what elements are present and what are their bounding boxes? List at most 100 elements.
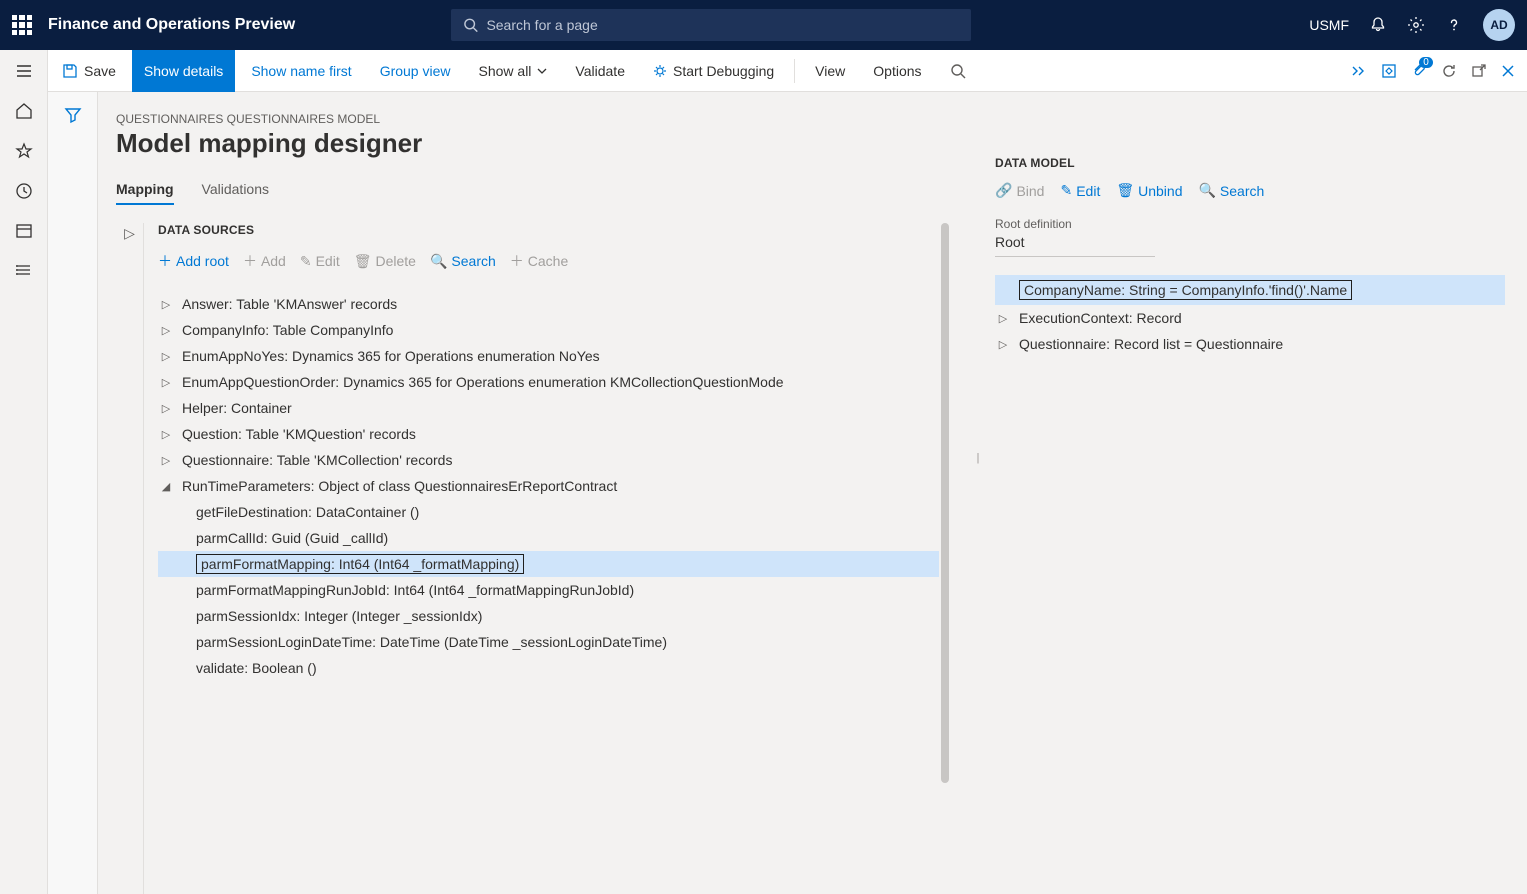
tree-child-label: parmSessionIdx: Integer (Integer _sessio…: [196, 608, 482, 624]
chevron-right-icon[interactable]: ▷: [124, 225, 135, 894]
global-search-input[interactable]: [486, 17, 959, 33]
tree-node[interactable]: ▷Question: Table 'KMQuestion' records: [158, 421, 939, 447]
expand-icon[interactable]: ▷: [160, 376, 172, 389]
expand-icon[interactable]: ▷: [160, 428, 172, 441]
topbar: Finance and Operations Preview USMF AD: [0, 0, 1527, 50]
options-label: Options: [873, 63, 921, 79]
modules-icon[interactable]: [15, 262, 33, 280]
tree-node[interactable]: ▷ Questionnaire: Table 'KMCollection' rec…: [158, 447, 939, 473]
unbind-label: Unbind: [1138, 183, 1182, 199]
tree-node[interactable]: ▷EnumAppQuestionOrder: Dynamics 365 for …: [158, 369, 939, 395]
tree-child[interactable]: getFileDestination: DataContainer (): [158, 499, 939, 525]
tree-node[interactable]: ▷CompanyInfo: Table CompanyInfo: [158, 317, 939, 343]
attachments-icon[interactable]: 0: [1411, 63, 1427, 79]
expand-icon[interactable]: ▷: [997, 338, 1009, 351]
data-sources-panel: QUESTIONNAIRES QUESTIONNAIRES MODEL Mode…: [98, 92, 967, 894]
tab-mapping-label: Mapping: [116, 181, 174, 197]
expand-icon[interactable]: ▷: [160, 454, 172, 467]
tree-child-label: parmCallId: Guid (Guid _callId): [196, 530, 388, 546]
tree-node[interactable]: ▷Helper: Container: [158, 395, 939, 421]
dm-node[interactable]: ▷Questionnaire: Record list = Questionna…: [995, 331, 1505, 357]
add-button[interactable]: ＋Add: [243, 251, 286, 271]
actionbar: Save Show details Show name first Group …: [0, 50, 1527, 92]
tree-child[interactable]: parmCallId: Guid (Guid _callId): [158, 525, 939, 551]
edit-button[interactable]: ✎Edit: [300, 253, 340, 270]
bind-button[interactable]: 🔗Bind: [995, 182, 1044, 199]
expand-icon[interactable]: ▷: [160, 402, 172, 415]
collapse-icon[interactable]: ◢: [160, 480, 172, 493]
unbind-button[interactable]: 🗑Unbind: [1116, 182, 1182, 199]
tree-node-label: EnumAppNoYes: Dynamics 365 for Operation…: [182, 348, 600, 364]
root-definition-value[interactable]: Root: [995, 231, 1155, 257]
main: QUESTIONNAIRES QUESTIONNAIRES MODEL Mode…: [48, 92, 1527, 894]
scrollbar-thumb[interactable]: [941, 223, 949, 783]
tree-child-label: validate: Boolean (): [196, 660, 317, 676]
workspaces-icon[interactable]: [15, 222, 33, 240]
tree-child[interactable]: parmFormatMappingRunJobId: Int64 (Int64 …: [158, 577, 939, 603]
dm-node-selected[interactable]: CompanyName: String = CompanyInfo.'find(…: [995, 275, 1505, 305]
gear-icon[interactable]: [1407, 16, 1425, 34]
office-icon[interactable]: [1381, 63, 1397, 79]
view-label: View: [815, 63, 845, 79]
validate-button[interactable]: Validate: [563, 50, 637, 92]
options-menu[interactable]: Options: [861, 50, 933, 92]
tree-child[interactable]: parmSessionIdx: Integer (Integer _sessio…: [158, 603, 939, 629]
data-sources-body: ▷ DATA SOURCES ＋Add root ＋Add ✎Edit 🗑Del…: [116, 223, 949, 894]
dm-edit-button[interactable]: ✎Edit: [1060, 182, 1100, 199]
tree-node[interactable]: ▷ EnumAppNoYes: Dynamics 365 for Operatio…: [158, 343, 939, 369]
add-root-button[interactable]: ＋Add root: [158, 251, 229, 271]
search-button[interactable]: 🔍Search: [430, 253, 496, 270]
tree-child[interactable]: parmSessionLoginDateTime: DateTime (Date…: [158, 629, 939, 655]
expand-icon[interactable]: ▷: [997, 312, 1009, 325]
content: QUESTIONNAIRES QUESTIONNAIRES MODEL Mode…: [98, 92, 1527, 894]
tree-node[interactable]: ▷Answer: Table 'KMAnswer' records: [158, 291, 939, 317]
debug-icon: [653, 64, 667, 78]
bell-icon[interactable]: [1369, 16, 1387, 34]
show-all-dropdown[interactable]: Show all: [467, 50, 560, 92]
hamburger-icon[interactable]: [15, 62, 33, 80]
global-search[interactable]: [451, 9, 971, 41]
tree-child[interactable]: validate: Boolean (): [158, 655, 939, 681]
page-title: Model mapping designer: [116, 128, 949, 159]
avatar[interactable]: AD: [1483, 9, 1515, 41]
splitter[interactable]: ||: [967, 92, 987, 894]
save-button[interactable]: Save: [50, 50, 128, 92]
popout-icon[interactable]: [1471, 63, 1487, 79]
tab-validations[interactable]: Validations: [202, 181, 269, 205]
scrollbar[interactable]: [941, 223, 949, 894]
app-launcher-icon[interactable]: [12, 15, 32, 35]
star-icon[interactable]: [15, 142, 33, 160]
company-badge[interactable]: USMF: [1309, 17, 1349, 33]
app-title: Finance and Operations Preview: [48, 16, 295, 34]
save-icon: [62, 63, 78, 79]
expand-icon[interactable]: ▷: [160, 298, 172, 311]
tree-child-label: getFileDestination: DataContainer (): [196, 504, 419, 520]
recent-icon[interactable]: [15, 182, 33, 200]
dm-node[interactable]: ▷ExecutionContext: Record: [995, 305, 1505, 331]
tree-node-expanded[interactable]: ◢RunTimeParameters: Object of class Ques…: [158, 473, 939, 499]
actionbar-search[interactable]: [938, 50, 978, 92]
validate-label: Validate: [575, 63, 625, 79]
cache-label: Cache: [528, 253, 568, 269]
filter-icon[interactable]: [64, 106, 82, 894]
help-icon[interactable]: [1445, 16, 1463, 34]
show-name-first-button[interactable]: Show name first: [239, 50, 363, 92]
flow-icon[interactable]: [1351, 63, 1367, 79]
expand-icon[interactable]: ▷: [160, 350, 172, 363]
start-debugging-button[interactable]: Start Debugging: [641, 50, 786, 92]
ds-tree: ▷Answer: Table 'KMAnswer' records ▷Compa…: [158, 291, 949, 681]
show-details-button[interactable]: Show details: [132, 50, 235, 92]
group-view-button[interactable]: Group view: [368, 50, 463, 92]
dm-search-button[interactable]: 🔍Search: [1198, 182, 1264, 199]
refresh-icon[interactable]: [1441, 63, 1457, 79]
tab-mapping[interactable]: Mapping: [116, 181, 174, 205]
tree-child-selected[interactable]: parmFormatMapping: Int64 (Int64 _formatM…: [158, 551, 939, 577]
delete-label: Delete: [376, 253, 416, 269]
delete-button[interactable]: 🗑Delete: [354, 253, 416, 270]
expand-icon[interactable]: ▷: [160, 324, 172, 337]
view-menu[interactable]: View: [803, 50, 857, 92]
tree-node-label: Questionnaire: Table 'KMCollection' reco…: [182, 452, 452, 468]
home-icon[interactable]: [15, 102, 33, 120]
cache-button[interactable]: ＋Cache: [510, 251, 568, 271]
close-icon[interactable]: [1501, 64, 1515, 78]
